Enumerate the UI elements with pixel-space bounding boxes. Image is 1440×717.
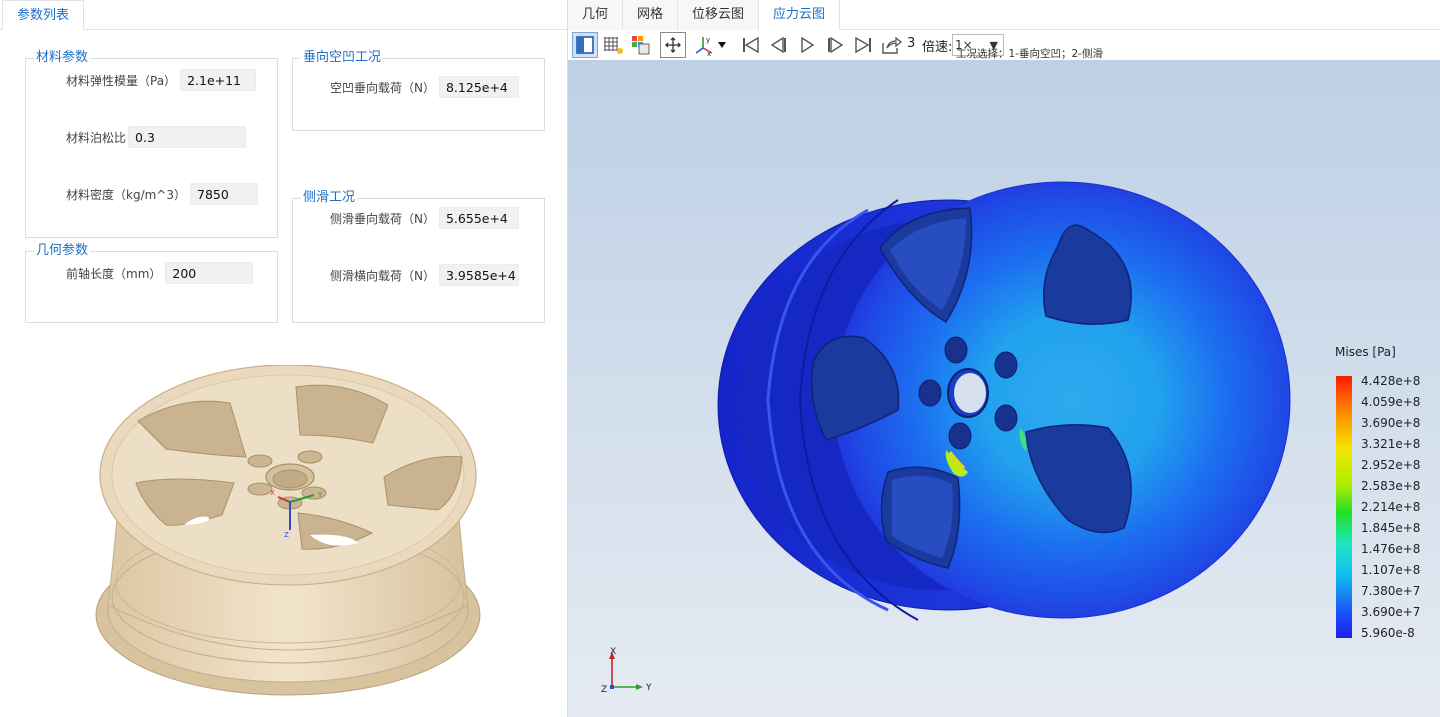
view-panel-button[interactable] — [572, 32, 598, 58]
legend-label: 7.380e+7 — [1361, 584, 1421, 598]
youngs-modulus-row: 材料弹性模量（Pa） 2.1e+11 — [66, 69, 257, 91]
side-vertical-load-label: 侧滑垂向载荷（N） — [330, 211, 435, 226]
vertical-case-group: 垂向空凹工况 空凹垂向载荷（N） 8.125e+4 — [292, 50, 545, 131]
axle-length-row: 前轴长度（mm） 200 — [66, 262, 254, 284]
export-button[interactable] — [878, 32, 904, 58]
svg-text:x: x — [707, 50, 711, 56]
move-arrows-icon — [665, 37, 681, 53]
side-lateral-load-label: 侧滑横向载荷（N） — [330, 268, 435, 283]
viewer-toolbar: y x 3 倍速: 1× ▼ 工况选择：1-垂向空凹；2-侧滑 — [568, 30, 1440, 60]
youngs-modulus-label: 材料弹性模量（Pa） — [66, 73, 177, 88]
contour-view-button[interactable] — [628, 32, 654, 58]
skip-last-icon — [855, 36, 871, 54]
app-window: 参数列表 材料参数 材料弹性模量（Pa） 2.1e+11 材料泊松比 0.3 材… — [0, 0, 1440, 717]
legend-label: 4.059e+8 — [1361, 395, 1421, 409]
youngs-modulus-input[interactable]: 2.1e+11 — [180, 69, 257, 91]
legend-label: 4.428e+8 — [1361, 374, 1421, 388]
color-cube-icon — [632, 36, 650, 55]
legend-label: 2.952e+8 — [1361, 458, 1421, 472]
axis-triad-icon: y x — [695, 36, 726, 56]
geometry-group: 几何参数 前轴长度（mm） 200 — [25, 243, 278, 323]
legend-label: 3.690e+7 — [1361, 605, 1421, 619]
density-label: 材料密度（kg/m^3） — [66, 187, 186, 202]
legend-label: 1.845e+8 — [1361, 521, 1421, 535]
triad-z-label: Z — [601, 685, 607, 695]
side-lateral-load-row: 侧滑横向载荷（N） 3.9585e+4 — [330, 264, 519, 286]
tab-parameter-list[interactable]: 参数列表 — [2, 0, 85, 30]
legend-label: 3.321e+8 — [1361, 437, 1421, 451]
axis-triad: X Y Z — [601, 647, 652, 695]
viewer-panel: 几何 网格 位移云图 应力云图 y x 3 倍速: 1× ▼ 工况选择：1-垂向… — [568, 0, 1440, 717]
poisson-label: 材料泊松比 — [66, 130, 127, 145]
play-icon — [801, 36, 815, 54]
vertical-load-row: 空凹垂向载荷（N） 8.125e+4 — [330, 76, 519, 98]
stress-color-bar — [1336, 376, 1352, 638]
axis-view-dropdown[interactable]: y x — [692, 32, 730, 58]
geometry-group-title: 几何参数 — [34, 243, 91, 259]
side-vertical-load-row: 侧滑垂向载荷（N） 5.655e+4 — [330, 207, 519, 229]
vertical-load-input[interactable]: 8.125e+4 — [438, 76, 519, 98]
material-group-title: 材料参数 — [34, 50, 91, 66]
fit-view-button[interactable] — [660, 32, 686, 58]
parameter-panel: 参数列表 材料参数 材料弹性模量（Pa） 2.1e+11 材料泊松比 0.3 材… — [0, 0, 568, 717]
parameter-tabbar: 参数列表 — [0, 0, 567, 30]
share-arrow-icon — [882, 36, 902, 54]
first-step-button[interactable] — [738, 32, 764, 58]
axle-length-input[interactable]: 200 — [165, 262, 254, 284]
tab-stress[interactable]: 应力云图 — [759, 0, 841, 30]
preview-triad-y: Y — [317, 491, 323, 499]
wheel-geometry-preview: Y Z X — [95, 365, 481, 696]
mesh-grid-icon — [604, 37, 623, 54]
vertical-load-label: 空凹垂向载荷（N） — [330, 80, 435, 95]
step-number: 3 — [907, 36, 916, 51]
triad-x-label: X — [610, 647, 616, 657]
vertical-case-title: 垂向空凹工况 — [301, 50, 384, 66]
step-back-icon — [770, 36, 786, 54]
tab-displacement[interactable]: 位移云图 — [678, 0, 760, 30]
legend-label: 2.214e+8 — [1361, 500, 1421, 514]
preview-triad-x: X — [270, 489, 275, 497]
tab-mesh[interactable]: 网格 — [623, 0, 679, 30]
play-button[interactable] — [794, 32, 820, 58]
poisson-row: 材料泊松比 0.3 — [66, 126, 247, 148]
svg-text:y: y — [706, 36, 710, 44]
legend-label: 5.960e-8 — [1361, 626, 1415, 640]
tab-geometry[interactable]: 几何 — [568, 0, 624, 30]
case-hint: 工况选择：1-垂向空凹；2-侧滑 — [956, 48, 1103, 60]
legend-title: Mises [Pa] — [1335, 345, 1396, 359]
prev-step-button[interactable] — [766, 32, 792, 58]
density-row: 材料密度（kg/m^3） 7850 — [66, 183, 258, 205]
skip-first-icon — [743, 36, 759, 54]
legend-label: 2.583e+8 — [1361, 479, 1421, 493]
legend-label: 1.107e+8 — [1361, 563, 1421, 577]
stress-wheel-model — [717, 181, 1291, 621]
axle-length-label: 前轴长度（mm） — [66, 266, 162, 281]
side-lateral-load-input[interactable]: 3.9585e+4 — [438, 264, 519, 286]
preview-triad-z: Z — [284, 531, 289, 539]
mesh-view-button[interactable] — [600, 32, 626, 58]
triad-y-label: Y — [645, 683, 652, 693]
step-forward-icon — [828, 36, 844, 54]
panel-icon — [576, 36, 594, 54]
last-step-button[interactable] — [850, 32, 876, 58]
next-step-button[interactable] — [822, 32, 848, 58]
stress-viewport[interactable]: Mises [Pa] 4.428e+8 4.059e+8 3.690e+8 3.… — [568, 60, 1440, 717]
side-vertical-load-input[interactable]: 5.655e+4 — [438, 207, 519, 229]
density-input[interactable]: 7850 — [190, 183, 258, 205]
legend-label: 1.476e+8 — [1361, 542, 1421, 556]
legend-label: 3.690e+8 — [1361, 416, 1421, 430]
poisson-input[interactable]: 0.3 — [128, 126, 247, 148]
side-slip-title: 侧滑工况 — [301, 190, 358, 206]
view-tabbar: 几何 网格 位移云图 应力云图 — [568, 0, 1440, 30]
material-group: 材料参数 材料弹性模量（Pa） 2.1e+11 材料泊松比 0.3 材料密度（k… — [25, 50, 278, 238]
speed-label: 倍速: — [922, 40, 953, 55]
side-slip-group: 侧滑工况 侧滑垂向载荷（N） 5.655e+4 侧滑横向载荷（N） 3.9585… — [292, 190, 545, 323]
